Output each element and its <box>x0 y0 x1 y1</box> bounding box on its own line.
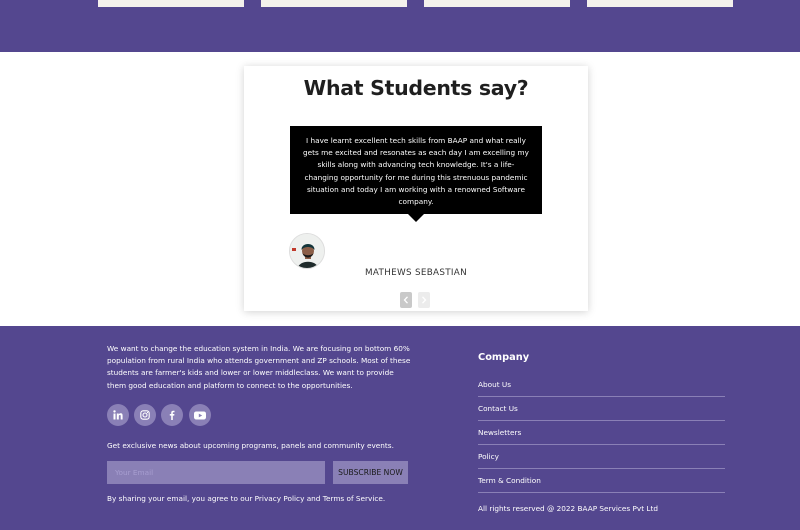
footer-link-terms[interactable]: Term & Condition <box>478 476 541 485</box>
divider <box>478 396 725 397</box>
instagram-link[interactable] <box>134 404 156 426</box>
footer-about-text: We want to change the education system i… <box>107 344 411 390</box>
company-heading: Company <box>478 352 530 363</box>
divider <box>478 468 725 469</box>
carousel-next-button[interactable] <box>418 292 430 308</box>
youtube-icon <box>194 411 206 419</box>
email-input[interactable] <box>107 461 325 484</box>
student-avatar <box>289 233 325 269</box>
footer-link-contact-us[interactable]: Contact Us <box>478 404 518 413</box>
linkedin-icon <box>113 410 123 420</box>
divider <box>478 444 725 445</box>
section-title: What Students say? <box>303 76 529 100</box>
quote-pointer <box>408 214 424 222</box>
top-section-band <box>0 0 800 52</box>
copyright-text: All rights reserved @ 2022 BAAP Services… <box>478 504 658 513</box>
site-footer: We want to change the education system i… <box>0 326 800 530</box>
instagram-icon <box>140 410 150 420</box>
divider <box>478 420 725 421</box>
chevron-right-icon <box>422 296 427 304</box>
youtube-link[interactable] <box>189 404 211 426</box>
linkedin-link[interactable] <box>107 404 129 426</box>
chevron-left-icon <box>403 296 408 304</box>
course-card[interactable] <box>261 0 407 7</box>
newsletter-text: Get exclusive news about upcoming progra… <box>107 441 394 450</box>
footer-link-about-us[interactable]: About Us <box>478 380 511 389</box>
footer-link-policy[interactable]: Policy <box>478 452 499 461</box>
facebook-icon <box>169 410 175 420</box>
subscribe-button[interactable]: SUBSCRIBE NOW <box>333 461 408 484</box>
course-card[interactable] <box>587 0 733 7</box>
carousel-prev-button[interactable] <box>400 292 412 308</box>
course-card[interactable] <box>98 0 244 7</box>
course-card[interactable] <box>424 0 570 7</box>
student-name: MATHEWS SEBASTIAN <box>365 268 467 278</box>
testimonial-card: What Students say? I have learnt excelle… <box>244 66 588 311</box>
consent-text: By sharing your email, you agree to our … <box>107 494 386 503</box>
footer-link-newsletters[interactable]: Newsletters <box>478 428 521 437</box>
facebook-link[interactable] <box>161 404 183 426</box>
divider <box>478 492 725 493</box>
testimonial-quote: I have learnt excellent tech skills from… <box>290 126 542 214</box>
